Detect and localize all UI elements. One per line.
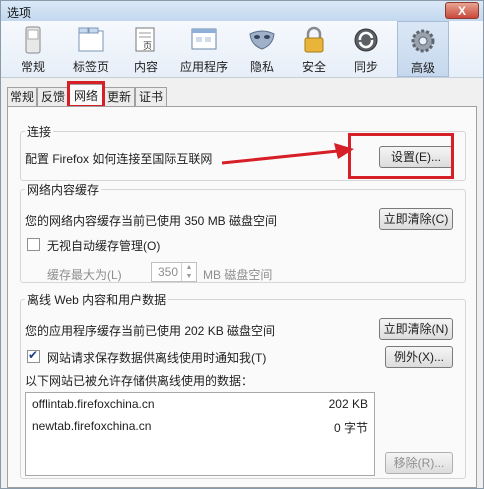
toolbar-label: 隐私 — [249, 60, 274, 74]
site-host: offlintab.firefoxchina.cn — [32, 397, 155, 411]
options-window: 选项 X 常规 标签页 页 内容 应用程序 隐私 安全 同步 高级 常规 反馈 … — [0, 0, 484, 489]
offline-usage: 您的应用程序缓存当前已使用 202 KB 磁盘空间 — [25, 324, 276, 338]
title-bar: 选项 X — [1, 1, 483, 21]
toolbar-item-tabs[interactable]: 标签页 — [63, 21, 119, 77]
toolbar-label: 应用程序 — [179, 60, 228, 74]
offline-clear-button[interactable]: 立即清除(N) — [379, 318, 453, 340]
mask-icon — [249, 30, 275, 50]
sync-icon — [354, 28, 378, 52]
offline-list-label: 以下网站已被允许存储供离线使用的数据： — [25, 374, 254, 388]
cache-limit-unit: MB 磁盘空间 — [203, 268, 273, 282]
list-item[interactable]: newtab.firefoxchina.cn 0 字节 — [26, 415, 374, 437]
cache-clear-button[interactable]: 立即清除(C) — [379, 208, 453, 230]
window-title: 选项 — [7, 6, 32, 20]
toolbar-item-sync[interactable]: 同步 — [343, 21, 389, 77]
offline-sites-list[interactable]: offlintab.firefoxchina.cn 202 KB newtab.… — [25, 392, 375, 476]
offline-notify-label: 网站请求保存数据供离线使用时通知我(T) — [47, 351, 267, 365]
offline-exceptions-button[interactable]: 例外(X)... — [385, 346, 453, 368]
toolbar-label: 常规 — [20, 60, 45, 74]
close-button[interactable]: X — [445, 2, 479, 19]
page-icon-text: 页 — [143, 41, 152, 51]
cache-limit-spinner[interactable]: 350 ▲ ▼ — [151, 262, 197, 282]
subtab-certificates[interactable]: 证书 — [135, 87, 167, 107]
offline-group: 离线 Web 内容和用户数据 您的应用程序缓存当前已使用 202 KB 磁盘空间… — [20, 291, 466, 479]
toolbar-label: 安全 — [301, 60, 326, 74]
page-icon: 页 — [135, 27, 155, 52]
subtab-update[interactable]: 更新 — [103, 87, 135, 107]
cache-usage: 您的网络内容缓存当前已使用 350 MB 磁盘空间 — [25, 214, 278, 228]
switch-icon — [25, 26, 41, 54]
subtab-feedback[interactable]: 反馈 — [37, 87, 69, 107]
offline-notify-checkbox[interactable]: ✔ — [27, 348, 40, 363]
cache-title: 网络内容缓存 — [25, 181, 102, 198]
toolbar-label: 同步 — [353, 60, 378, 74]
cache-limit-value: 350 — [157, 265, 178, 279]
toolbar-label: 高级 — [410, 61, 435, 75]
apps-icon — [191, 28, 217, 50]
connection-title: 连接 — [25, 123, 54, 140]
connection-desc: 配置 Firefox 如何连接至国际互联网 — [25, 152, 213, 166]
list-item[interactable]: offlintab.firefoxchina.cn 202 KB — [26, 393, 374, 415]
toolbar-item-applications[interactable]: 应用程序 — [175, 21, 233, 77]
toolbar-label: 内容 — [133, 60, 158, 74]
toolbar-item-advanced[interactable]: 高级 — [397, 21, 449, 77]
subtab-general[interactable]: 常规 — [7, 87, 37, 107]
network-panel: 连接 配置 Firefox 如何连接至国际互联网 设置(E)... 网络内容缓存… — [7, 106, 477, 488]
site-host: newtab.firefoxchina.cn — [32, 419, 152, 433]
cache-limit-label: 缓存最大为(L) — [47, 268, 122, 282]
network-tab-highlight — [67, 81, 105, 108]
toolbar-item-content[interactable]: 页 内容 — [123, 21, 169, 77]
tabs-icon — [78, 27, 104, 52]
checkmark-icon: ✔ — [28, 348, 39, 362]
site-size: 0 字节 — [333, 421, 368, 435]
cache-override-checkbox[interactable] — [27, 238, 40, 251]
offline-title: 离线 Web 内容和用户数据 — [25, 291, 169, 308]
lock-icon — [304, 26, 324, 53]
cache-group: 网络内容缓存 您的网络内容缓存当前已使用 350 MB 磁盘空间 立即清除(C)… — [20, 181, 466, 283]
cache-override-label: 无视自动缓存管理(O) — [47, 239, 161, 253]
settings-highlight — [348, 133, 454, 179]
toolbar-label: 标签页 — [72, 60, 109, 74]
site-size: 202 KB — [328, 397, 368, 411]
gear-icon — [411, 29, 435, 53]
category-toolbar: 常规 标签页 页 内容 应用程序 隐私 安全 同步 高级 — [1, 21, 483, 78]
spinner-arrows-icon[interactable]: ▲ ▼ — [181, 263, 196, 281]
toolbar-item-security[interactable]: 安全 — [291, 21, 337, 77]
annotation-arrow — [221, 143, 354, 165]
toolbar-item-privacy[interactable]: 隐私 — [239, 21, 285, 77]
toolbar-item-general[interactable]: 常规 — [7, 21, 59, 77]
offline-remove-button[interactable]: 移除(R)... — [385, 452, 453, 474]
